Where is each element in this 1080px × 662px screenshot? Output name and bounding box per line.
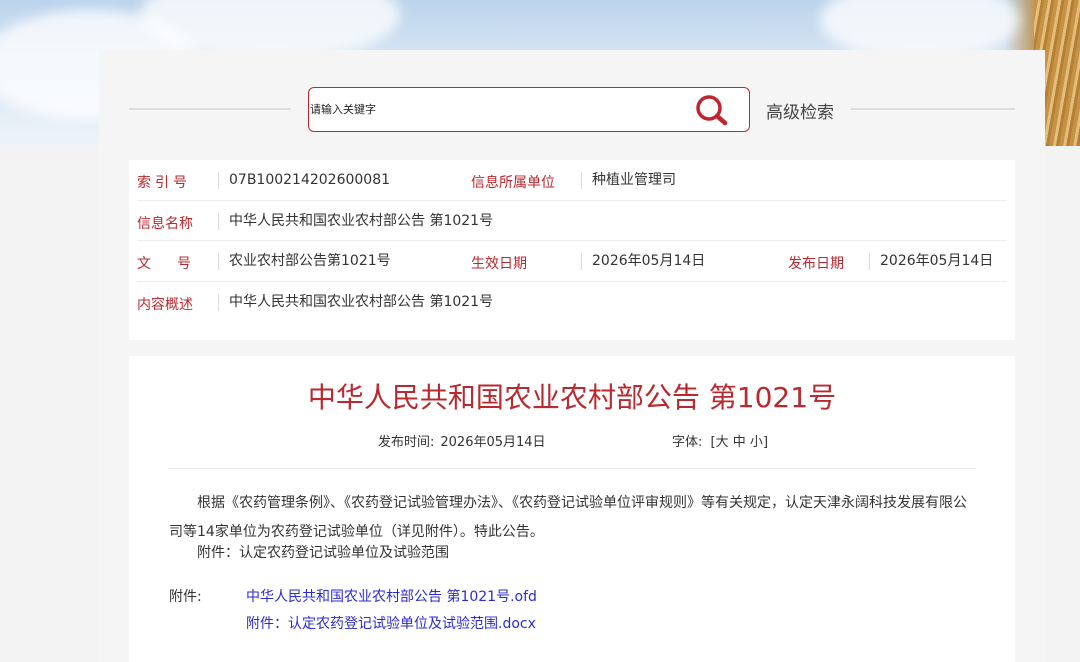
meta-row: 信息名称 中华人民共和国农业农村部公告 第1021号	[137, 201, 1007, 241]
content-panel: 高级检索 索引号 07B100214202600081 信息所属单位 种植业管理…	[99, 50, 1045, 662]
article-body: 根据《农药管理条例》、《农药登记试验管理办法》、《农药登记试验单位评审规则》等有…	[169, 495, 967, 540]
doc-number-value: 农业农村部公告第1021号	[218, 253, 391, 270]
publish-date-label: 发布日期	[788, 256, 844, 272]
divider-line	[129, 108, 291, 110]
publish-time: 发布时间: 2026年05月14日	[378, 431, 546, 450]
effective-date-label: 生效日期	[471, 256, 527, 272]
font-bracket-close: ]	[762, 435, 769, 450]
font-size-label: 字体:	[672, 435, 703, 450]
publish-date-value: 2026年05月14日	[869, 253, 993, 270]
meta-row: 内容概述 中华人民共和国农业农村部公告 第1021号	[137, 282, 1007, 323]
unit-value: 种植业管理司	[581, 172, 676, 189]
search-bar: 高级检索	[99, 50, 1045, 160]
font-size-controls: 字体: [大 中 小]	[672, 431, 768, 450]
search-input[interactable]	[310, 89, 690, 130]
unit-label: 信息所属单位	[471, 175, 555, 191]
index-label: 索引号	[137, 175, 191, 191]
publish-time-label: 发布时间:	[378, 435, 435, 450]
font-small-button[interactable]: 小	[750, 435, 763, 450]
index-value: 07B100214202600081	[218, 172, 390, 189]
attachments-label: 附件:	[169, 589, 202, 605]
summary-value: 中华人民共和国农业农村部公告 第1021号	[218, 293, 493, 311]
search-box	[308, 87, 750, 132]
attachment-link-ofd[interactable]: 中华人民共和国农业农村部公告 第1021号.ofd	[246, 586, 537, 606]
name-label: 信息名称	[137, 215, 193, 232]
effective-date-value: 2026年05月14日	[581, 253, 705, 270]
doc-number-label: 文号	[137, 256, 217, 272]
article-divider	[169, 468, 975, 469]
divider-line	[851, 108, 1015, 110]
attachment-link-docx[interactable]: 附件：认定农药登记试验单位及试验范围.docx	[246, 613, 536, 633]
summary-label: 内容概述	[137, 296, 193, 313]
publish-time-value: 2026年05月14日	[440, 435, 546, 450]
name-value: 中华人民共和国农业农村部公告 第1021号	[218, 212, 493, 230]
meta-row: 索引号 07B100214202600081 信息所属单位 种植业管理司	[137, 160, 1007, 201]
font-large-button[interactable]: 大	[716, 435, 729, 450]
search-icon[interactable]	[695, 94, 729, 126]
article: 中华人民共和国农业农村部公告 第1021号 发布时间: 2026年05月14日 字…	[129, 356, 1015, 662]
metadata-table: 索引号 07B100214202600081 信息所属单位 种植业管理司 信息名…	[129, 160, 1015, 340]
font-medium-button[interactable]: 中	[733, 435, 746, 450]
attachment-note: 附件：认定农药登记试验单位及试验范围	[197, 545, 449, 561]
advanced-search-link[interactable]: 高级检索	[766, 98, 834, 123]
meta-row: 文号 农业农村部公告第1021号 生效日期 2026年05月14日 发布日期 2…	[137, 241, 1007, 282]
article-title: 中华人民共和国农业农村部公告 第1021号	[307, 381, 837, 414]
